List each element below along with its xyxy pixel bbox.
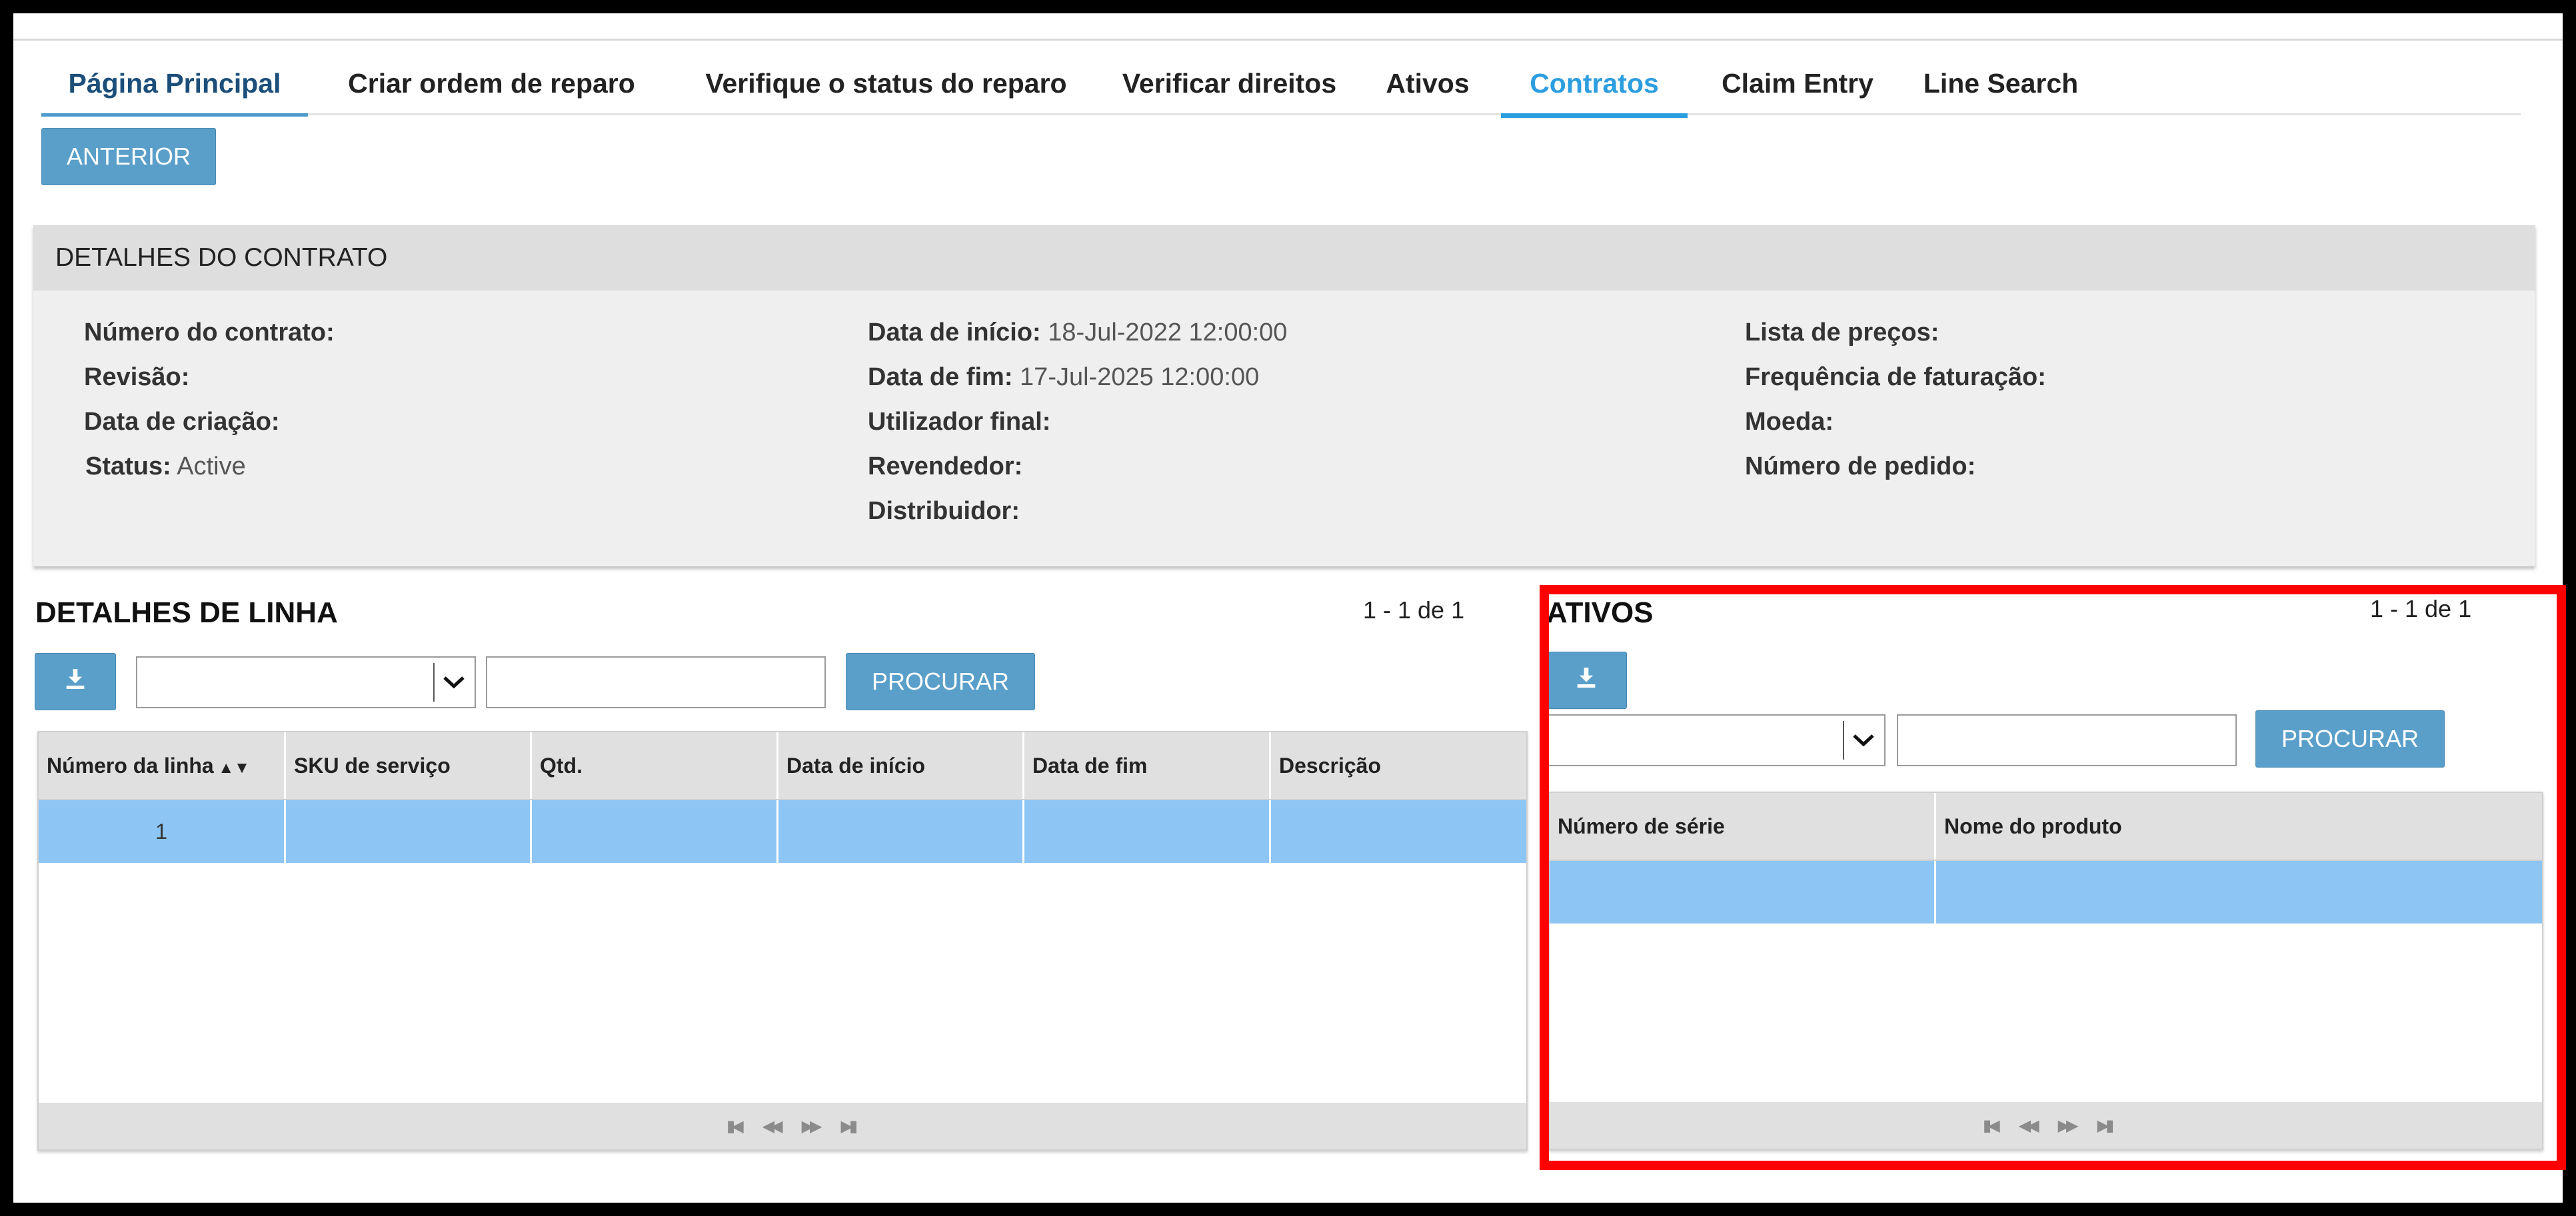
field-distribuidor: Distribuidor:	[868, 497, 1020, 525]
table-row[interactable]: 1	[39, 800, 1526, 863]
line-grid-pager: ▮◀ ◀◀ ▶▶ ▶▮	[39, 1103, 1526, 1149]
col-header-data-inicio[interactable]: Data de início	[778, 732, 1024, 799]
line-procurar-button[interactable]: PROCURAR	[846, 653, 1035, 710]
chevron-down-icon	[437, 658, 471, 707]
sort-icon: ▲▼	[213, 759, 250, 777]
nav-tabs: Página Principal Criar ordem de reparo V…	[41, 53, 2521, 118]
cell-data-fim	[1024, 800, 1271, 863]
tab-ativos[interactable]: Ativos	[1374, 53, 1481, 113]
tab-verifique-status[interactable]: Verifique o status do reparo	[681, 53, 1091, 113]
col-header-numero-linha[interactable]: Número da linha ▲▼	[39, 732, 286, 799]
field-utilizador-final: Utilizador final:	[868, 408, 1051, 436]
anterior-button[interactable]: ANTERIOR	[41, 128, 216, 185]
field-numero-pedido: Número de pedido:	[1745, 452, 1976, 480]
cell-numero-linha: 1	[39, 800, 286, 863]
tab-pagina-principal[interactable]: Página Principal	[41, 53, 308, 117]
next-page-icon[interactable]: ▶▶	[802, 1117, 822, 1136]
field-numero-contrato: Número do contrato:	[84, 318, 335, 346]
field-data-inicio: Data de início: 18-Jul-2022 12:00:00	[868, 318, 1288, 346]
line-grid-header: Número da linha ▲▼ SKU de serviço Qtd. D…	[39, 732, 1526, 800]
field-data-criacao: Data de criação:	[84, 408, 280, 436]
col-header-qtd[interactable]: Qtd.	[532, 732, 778, 799]
status-value: Active	[177, 452, 246, 480]
first-page-icon[interactable]: ▮◀	[726, 1117, 744, 1136]
field-revendedor: Revendedor:	[868, 452, 1023, 480]
cell-descricao	[1271, 800, 1526, 863]
tab-line-search[interactable]: Line Search	[1908, 53, 2094, 113]
cell-sku	[286, 800, 532, 863]
contract-details-panel: DETALHES DO CONTRATO Número do contrato:…	[33, 225, 2535, 566]
line-details-grid: Número da linha ▲▼ SKU de serviço Qtd. D…	[37, 731, 1528, 1151]
data-fim-value: 17-Jul-2025 12:00:00	[1020, 363, 1260, 391]
line-search-input[interactable]	[486, 656, 826, 708]
field-moeda: Moeda:	[1745, 408, 1834, 436]
field-status: Status: Active	[85, 452, 246, 480]
cell-qtd	[532, 800, 778, 863]
field-lista-precos: Lista de preços:	[1745, 318, 1939, 346]
col-header-sku[interactable]: SKU de serviço	[286, 732, 532, 799]
line-details-pager-count: 1 - 1 de 1	[1363, 596, 1465, 624]
contract-details-title: DETALHES DO CONTRATO	[33, 225, 2535, 291]
col-header-descricao[interactable]: Descrição	[1271, 732, 1526, 799]
tab-criar-ordem[interactable]: Criar ordem de reparo	[340, 53, 643, 113]
cell-data-inicio	[778, 800, 1024, 863]
line-details-title: DETALHES DE LINHA	[35, 596, 338, 629]
prev-page-icon[interactable]: ◀◀	[762, 1117, 783, 1136]
top-divider	[13, 39, 2563, 41]
tab-contratos[interactable]: Contratos	[1501, 53, 1688, 118]
last-page-icon[interactable]: ▶▮	[841, 1117, 858, 1136]
field-data-fim: Data de fim: 17-Jul-2025 12:00:00	[868, 363, 1260, 391]
line-filter-select[interactable]	[136, 656, 476, 708]
tab-verificar-direitos[interactable]: Verificar direitos	[1108, 53, 1351, 113]
data-inicio-value: 18-Jul-2022 12:00:00	[1048, 318, 1288, 346]
col-header-data-fim[interactable]: Data de fim	[1024, 732, 1271, 799]
line-export-button[interactable]	[35, 653, 116, 710]
download-icon	[66, 668, 85, 689]
assets-highlight-box	[1540, 585, 2566, 1170]
tab-claim-entry[interactable]: Claim Entry	[1704, 53, 1891, 113]
field-revisao: Revisão:	[84, 363, 190, 391]
field-frequencia-faturacao: Frequência de faturação:	[1745, 363, 2046, 391]
app-window: Página Principal Criar ordem de reparo V…	[13, 13, 2566, 1203]
